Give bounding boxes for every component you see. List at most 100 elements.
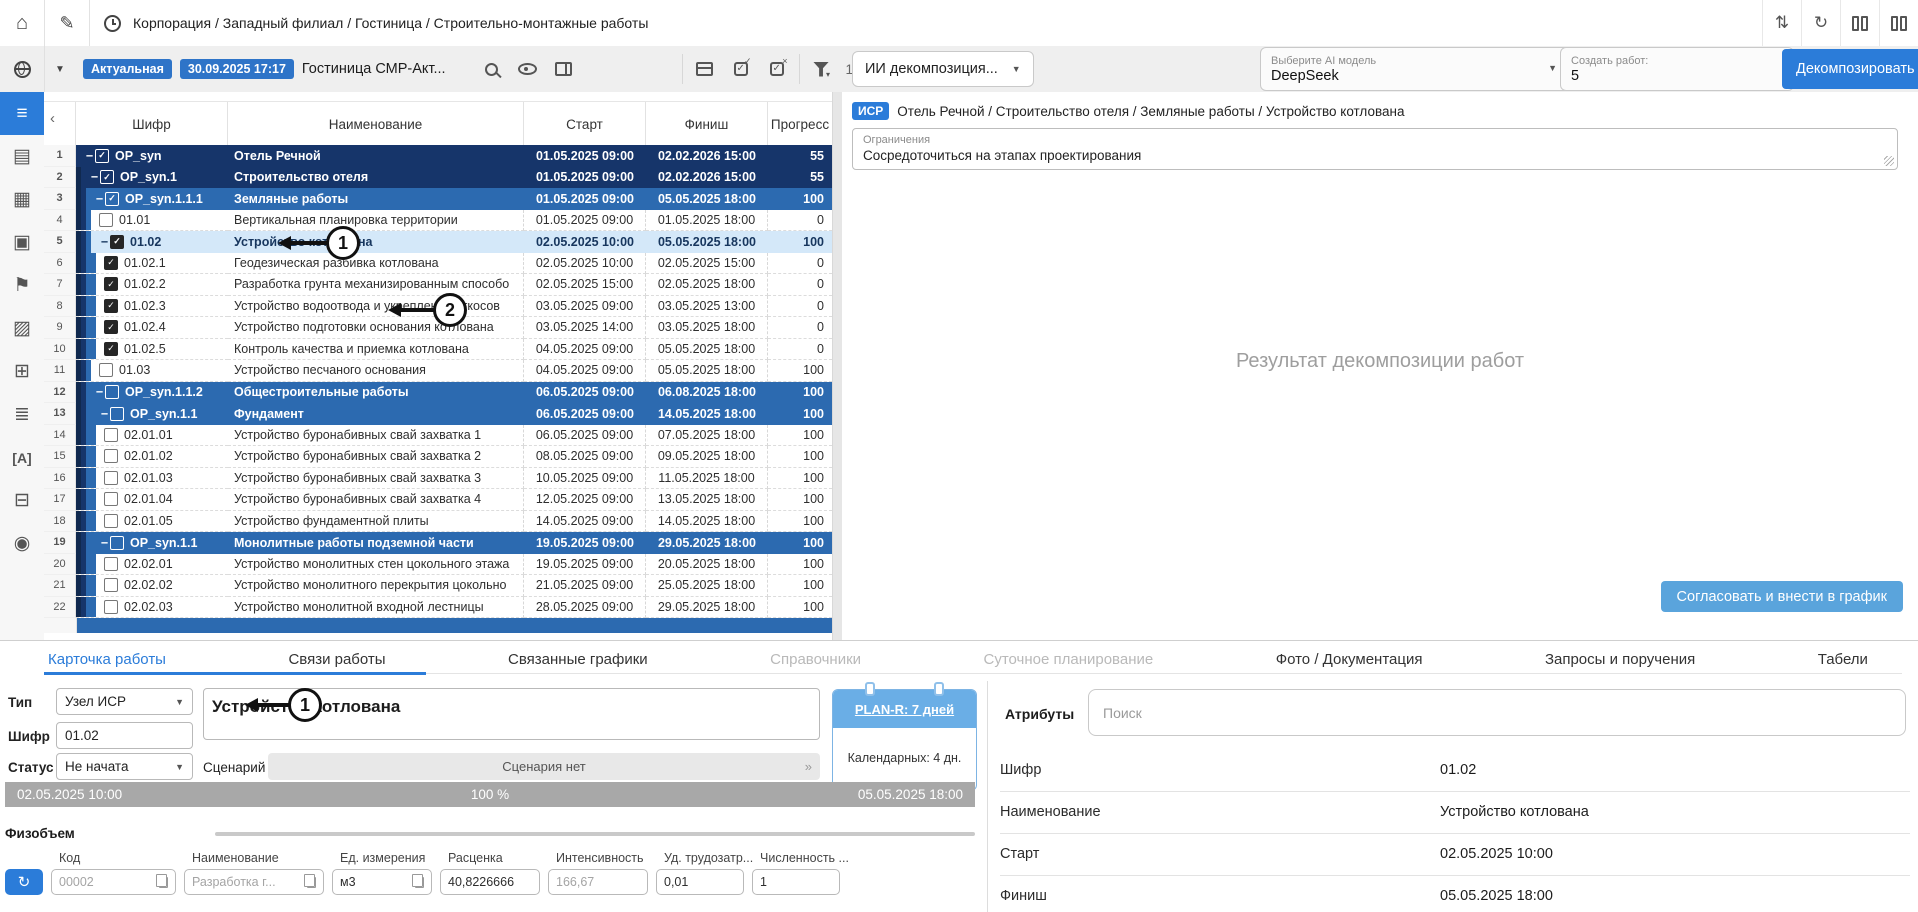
plan-r-link[interactable]: PLAN-R: 7 дней	[833, 690, 976, 728]
column-header-start[interactable]: Старт	[524, 102, 646, 146]
row-checkbox[interactable]	[110, 536, 124, 550]
sidebar-item-calendar[interactable]: ⊟	[0, 479, 44, 522]
physvolume-field-input[interactable]: 166,67	[548, 869, 648, 895]
filter-button[interactable]: ▾	[804, 51, 840, 87]
sidebar-item-hatch[interactable]: ▨	[0, 307, 44, 350]
physvolume-field-input[interactable]: м3	[332, 869, 432, 895]
visibility-button[interactable]	[510, 51, 546, 87]
table-row[interactable]: 1−✓OP_synОтель Речной01.05.2025 09:0002.…	[44, 145, 832, 167]
table-row[interactable]: 19−OP_syn.1.1Монолитные работы подземной…	[44, 532, 832, 554]
tab-справочники[interactable]: Справочники	[766, 651, 865, 668]
physvolume-field-input[interactable]: 40,8226666	[440, 869, 540, 895]
sidebar-item-dashboard[interactable]: ⊞	[0, 350, 44, 393]
refresh-button[interactable]: ↻	[1801, 0, 1840, 46]
row-checkbox[interactable]: ✓	[104, 342, 118, 356]
table-row[interactable]: 10✓01.02.5Контроль качества и приемка ко…	[44, 339, 832, 361]
row-checkbox[interactable]	[104, 428, 118, 442]
table-row[interactable]: 1802.01.05Устройство фундаментной плиты1…	[44, 511, 832, 533]
ai-works-count-field[interactable]: Создать работ: 5	[1560, 47, 1794, 91]
table-row[interactable]: 1702.01.04Устройство буронабивных свай з…	[44, 489, 832, 511]
tab-карточка-работы[interactable]: Карточка работы	[44, 651, 170, 668]
attributes-search-input[interactable]	[1088, 689, 1906, 736]
row-checkbox[interactable]: ✓	[110, 235, 124, 249]
edit-button[interactable]: ✎	[45, 0, 90, 46]
sidebar-item-gantt[interactable]: ≡	[0, 92, 44, 135]
column-header-progress[interactable]: Прогресс	[768, 102, 832, 146]
physvolume-field-input[interactable]: 1	[752, 869, 840, 895]
sync-button[interactable]: ↻	[5, 869, 43, 895]
row-checkbox[interactable]: ✓	[100, 170, 114, 184]
ai-mode-dropdown[interactable]: ИИ декомпозиция... ▼	[852, 51, 1034, 87]
row-checkbox[interactable]: ✓	[95, 149, 109, 163]
collapse-minus-icon[interactable]: −	[94, 192, 105, 206]
row-checkbox[interactable]	[104, 514, 118, 528]
scenario-field[interactable]: Сценария нет »	[268, 753, 820, 780]
collapse-minus-icon[interactable]: −	[84, 149, 95, 163]
table-row[interactable]: 12−OP_syn.1.1.2Общестроительные работы06…	[44, 382, 832, 404]
physvolume-field-input[interactable]: 0,01	[656, 869, 744, 895]
collapse-minus-icon[interactable]: −	[99, 235, 110, 249]
table-row[interactable]: 1502.01.02Устройство буронабивных свай з…	[44, 446, 832, 468]
column-header-name[interactable]: Наименование	[228, 102, 524, 146]
history-icon[interactable]	[104, 15, 121, 32]
row-checkbox[interactable]	[104, 492, 118, 506]
table-view-button[interactable]	[687, 51, 723, 87]
sidebar-item-database[interactable]: ≣	[0, 393, 44, 436]
row-checkbox[interactable]	[105, 385, 119, 399]
globe-button[interactable]	[0, 46, 45, 92]
row-checkbox[interactable]	[99, 213, 113, 227]
row-checkbox[interactable]: ✓	[104, 256, 118, 270]
collapse-minus-icon[interactable]: −	[99, 407, 110, 421]
collapse-minus-icon[interactable]: −	[89, 170, 100, 184]
copy-icon[interactable]	[415, 877, 424, 888]
sidebar-item-board[interactable]: ▤	[0, 135, 44, 178]
table-row[interactable]: 5−✓01.02Устройство котлована02.05.2025 1…	[44, 231, 832, 253]
row-checkbox[interactable]	[104, 471, 118, 485]
collapse-minus-icon[interactable]: −	[94, 385, 105, 399]
row-checkbox[interactable]	[104, 578, 118, 592]
resize-handle[interactable]	[1884, 156, 1894, 166]
physvolume-field-input[interactable]: Разработка г...	[184, 869, 324, 895]
home-button[interactable]: ⌂	[0, 0, 45, 46]
layout-left-button[interactable]	[1840, 0, 1879, 46]
row-checkbox[interactable]: ✓	[104, 299, 118, 313]
sidebar-item-chart[interactable]: ▦	[0, 178, 44, 221]
table-row[interactable]: 1101.03Устройство песчаного основания04.…	[44, 360, 832, 382]
sidebar-item-eye[interactable]: ◉	[0, 522, 44, 565]
check-all-button[interactable]: ✓	[723, 51, 759, 87]
row-checkbox[interactable]	[99, 363, 113, 377]
ai-model-select[interactable]: Выберите AI модель DeepSeek ▼	[1260, 47, 1570, 91]
code-field[interactable]: 01.02	[56, 722, 193, 749]
tab-табели[interactable]: Табели	[1814, 651, 1872, 668]
table-row[interactable]: 2002.02.01Устройство монолитных стен цок…	[44, 554, 832, 576]
table-row[interactable]: 13−OP_syn.1.1Фундамент06.05.2025 09:0014…	[44, 403, 832, 425]
tab-запросы-и-поручения[interactable]: Запросы и поручения	[1541, 651, 1699, 668]
table-row[interactable]: 401.01Вертикальная планировка территории…	[44, 210, 832, 232]
table-row[interactable]: 2−✓OP_syn.1Строительство отеля01.05.2025…	[44, 167, 832, 189]
table-row[interactable]: 1602.01.03Устройство буронабивных свай з…	[44, 468, 832, 490]
columns-button[interactable]	[546, 51, 582, 87]
status-dropdown[interactable]: Не начата▼	[56, 753, 193, 780]
search-button[interactable]	[474, 51, 510, 87]
physvolume-field-input[interactable]: 00002	[51, 869, 176, 895]
table-row[interactable]: 6✓01.02.1Геодезическая разбивка котлован…	[44, 253, 832, 275]
copy-icon[interactable]	[307, 877, 316, 888]
decompose-button[interactable]: Декомпозировать	[1782, 49, 1918, 89]
column-header-finish[interactable]: Финиш	[646, 102, 768, 146]
row-checkbox[interactable]: ✓	[105, 192, 119, 206]
table-row[interactable]: 2102.02.02Устройство монолитного перекры…	[44, 575, 832, 597]
table-row[interactable]: 1402.01.01Устройство буронабивных свай з…	[44, 425, 832, 447]
tab-связи-работы[interactable]: Связи работы	[284, 651, 389, 668]
sidebar-item-attributes[interactable]: [A]	[0, 436, 44, 479]
sidebar-item-layers[interactable]: ▣	[0, 221, 44, 264]
uncheck-all-button[interactable]: ×	[759, 51, 795, 87]
row-checkbox[interactable]: ✓	[104, 277, 118, 291]
constraints-field[interactable]: Ограничения Сосредоточиться на этапах пр…	[852, 128, 1898, 170]
tab-суточное-планирование[interactable]: Суточное планирование	[980, 651, 1158, 668]
column-header-code[interactable]: Шифр	[76, 102, 228, 146]
layout-right-button[interactable]	[1879, 0, 1918, 46]
row-checkbox[interactable]: ✓	[104, 320, 118, 334]
row-checkbox[interactable]	[110, 407, 124, 421]
collapse-minus-icon[interactable]: −	[99, 536, 110, 550]
plan-dropdown-caret[interactable]: ▼	[45, 64, 75, 75]
